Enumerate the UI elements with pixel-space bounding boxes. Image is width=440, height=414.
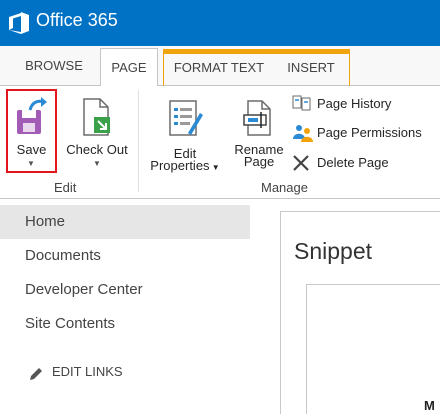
edit-properties-button[interactable]: Edit Properties ▼ xyxy=(146,91,224,173)
rename-page-icon xyxy=(243,100,271,136)
edit-links-label: EDIT LINKS xyxy=(52,364,123,379)
delete-page-label: Delete Page xyxy=(317,155,389,170)
save-button[interactable]: Save ▼ xyxy=(6,89,57,173)
tab-browse[interactable]: BROWSE xyxy=(14,46,94,86)
ribbon-body: Save ▼ Check Out ▼ Edit Edit Properties … xyxy=(0,86,440,199)
check-out-label: Check Out xyxy=(66,142,128,157)
edit-properties-icon xyxy=(169,100,203,136)
partial-text: M xyxy=(424,398,435,413)
page-permissions-button[interactable]: Page Permissions xyxy=(292,121,432,145)
save-label: Save xyxy=(16,142,47,157)
page-permissions-label: Page Permissions xyxy=(317,125,422,140)
page-history-icon xyxy=(292,95,311,111)
suite-bar: Office 365 xyxy=(0,0,440,46)
page-history-button[interactable]: Page History xyxy=(292,92,412,116)
nav-item-developer-center[interactable]: Developer Center xyxy=(0,273,250,307)
permissions-icon xyxy=(293,125,313,142)
chevron-down-icon: ▼ xyxy=(27,159,35,168)
rename-page-button[interactable]: Rename Page xyxy=(230,91,288,173)
pencil-icon xyxy=(30,368,42,380)
suite-title[interactable]: Office 365 xyxy=(36,10,118,31)
delete-page-button[interactable]: Delete Page xyxy=(292,151,402,175)
page-history-label: Page History xyxy=(317,96,392,111)
nav-item-home[interactable]: Home xyxy=(0,205,250,239)
manage-group-label: Manage xyxy=(261,180,308,195)
rename-page-label-2: Page xyxy=(243,154,275,169)
edit-group-label: Edit xyxy=(54,180,77,195)
tab-page[interactable]: PAGE xyxy=(100,48,158,89)
check-out-icon xyxy=(83,98,110,136)
nav-item-site-contents[interactable]: Site Contents xyxy=(0,307,250,341)
check-out-button[interactable]: Check Out ▼ xyxy=(62,91,132,171)
nav-item-documents[interactable]: Documents xyxy=(0,239,250,273)
tab-insert[interactable]: INSERT xyxy=(276,51,346,86)
edit-properties-label-2: Properties ▼ xyxy=(150,158,220,173)
group-divider xyxy=(138,90,139,192)
delete-icon xyxy=(293,155,309,171)
save-icon xyxy=(17,97,47,134)
chevron-down-icon: ▼ xyxy=(93,159,101,168)
page-title: Snippet xyxy=(294,238,373,264)
office-logo-icon[interactable] xyxy=(8,11,30,35)
tab-format-text[interactable]: FORMAT TEXT xyxy=(167,51,271,86)
snippet-frame[interactable] xyxy=(306,284,440,414)
ribbon-tab-row: BROWSE PAGE FORMAT TEXT INSERT xyxy=(0,46,440,89)
